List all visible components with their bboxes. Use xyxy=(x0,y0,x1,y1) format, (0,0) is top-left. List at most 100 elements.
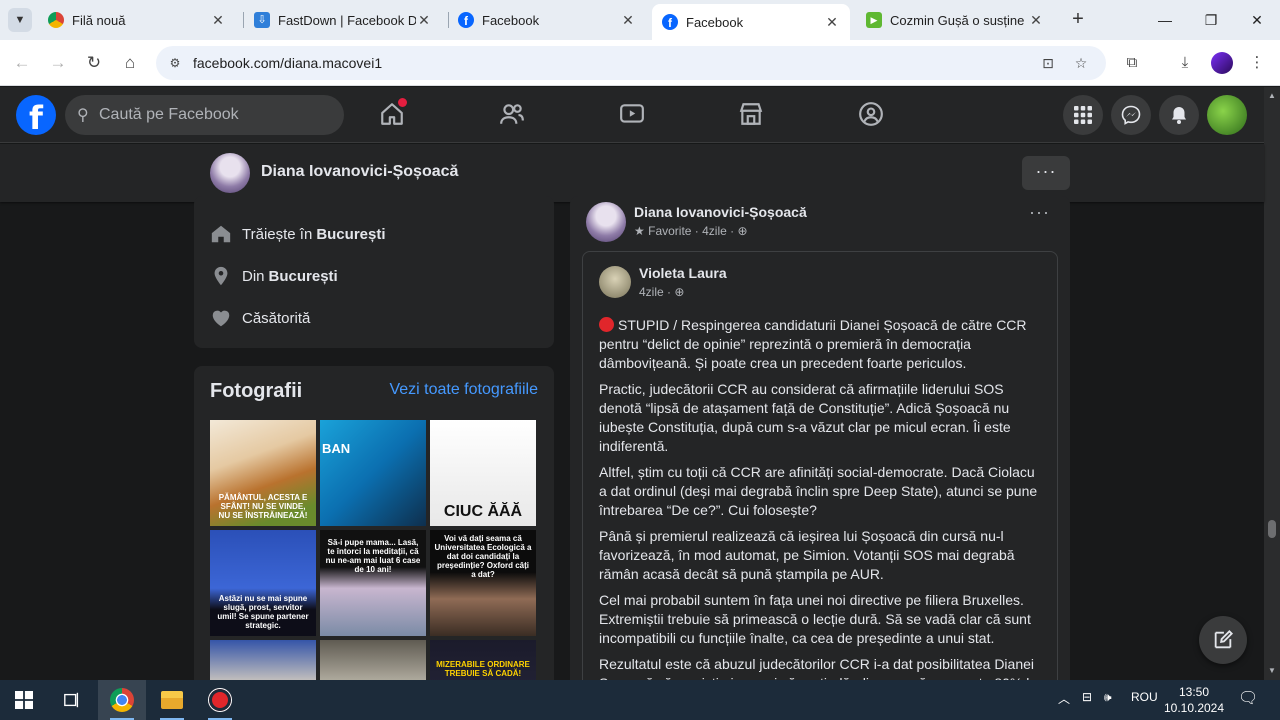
install-app-icon[interactable]: ⊡ xyxy=(1038,54,1058,72)
photo-thumbnail[interactable]: CIUC ĂĂĂ xyxy=(430,420,536,526)
shared-author-avatar[interactable] xyxy=(599,266,631,298)
close-icon[interactable]: ✕ xyxy=(1028,12,1044,29)
site-info-icon[interactable]: ⚙ xyxy=(166,54,184,72)
start-button[interactable] xyxy=(0,680,48,720)
task-view-button[interactable] xyxy=(48,680,96,720)
tab-search-button[interactable]: ▼ xyxy=(8,8,32,32)
photo-thumbnail[interactable]: Astăzi nu se mai spune slugă, prost, ser… xyxy=(210,530,316,636)
tab-video[interactable]: ▶ Cozmin Gușă o susține pe Diana ✕ xyxy=(856,4,1054,36)
intro-lives-in: Trăiește în București xyxy=(210,222,386,246)
star-icon: ★ xyxy=(634,224,645,238)
network-icon[interactable]: ⊟ xyxy=(1082,690,1092,704)
facebook-icon: f xyxy=(458,12,474,28)
tab-facebook-active[interactable]: f Facebook ✕ xyxy=(652,4,850,40)
post-author-name[interactable]: Diana Iovanovici-Șoșoacă xyxy=(634,204,807,220)
taskbar-chrome[interactable] xyxy=(98,680,146,720)
scroll-up-icon[interactable]: ▲ xyxy=(1267,91,1277,100)
see-all-photos-link[interactable]: Vezi toate fotografiile xyxy=(389,381,538,399)
back-button[interactable]: ← xyxy=(10,51,34,75)
scroll-thumb[interactable] xyxy=(1268,520,1276,538)
taskbar-recorder[interactable] xyxy=(196,680,244,720)
facebook-icon: f xyxy=(662,14,678,30)
nav-friends[interactable] xyxy=(499,101,527,129)
grid-menu-icon xyxy=(1074,106,1092,124)
profile-sticky-bar: Diana Iovanovici-Șoșoacă ··· xyxy=(0,144,1264,202)
language-indicator[interactable]: ROU xyxy=(1131,690,1158,704)
facebook-logo-icon[interactable]: f xyxy=(16,95,56,137)
account-avatar[interactable] xyxy=(1207,95,1247,135)
close-icon[interactable]: ✕ xyxy=(416,12,432,29)
heart-icon xyxy=(212,310,230,327)
chevron-up-icon[interactable]: ︿ xyxy=(1058,690,1070,707)
clock[interactable]: 13:50 10.10.2024 xyxy=(1160,684,1228,716)
downloads-icon[interactable]: ⤓ xyxy=(1174,52,1196,74)
reload-button[interactable]: ↻ xyxy=(82,51,106,75)
chrome-icon xyxy=(110,688,134,712)
close-window-button[interactable]: ✕ xyxy=(1234,0,1280,40)
post-text: STUPID / Respingerea candidaturii Dianei… xyxy=(599,316,1045,690)
tab-facebook-1[interactable]: f Facebook ✕ xyxy=(448,4,646,36)
folder-icon xyxy=(161,691,183,709)
browser-toolbar: ← → ↻ ⌂ ⚙ facebook.com/diana.macovei1 ⊡ … xyxy=(0,40,1280,86)
shared-post[interactable]: Violeta Laura 4zile · ⊕ STUPID / Resping… xyxy=(582,251,1058,691)
new-tab-button[interactable]: + xyxy=(1066,8,1090,32)
notification-center-icon[interactable]: 🗨 xyxy=(1238,688,1258,708)
post-author-avatar[interactable] xyxy=(586,202,626,242)
photos-grid: PĂMÂNTUL, ACESTA E SFÂNT! NU SE VINDE, N… xyxy=(210,420,538,696)
close-icon[interactable]: ✕ xyxy=(824,14,840,31)
nav-watch[interactable] xyxy=(619,101,647,129)
globe-icon: ⊕ xyxy=(674,285,685,299)
intro-card: Trăiește în București Din București Căsăto… xyxy=(194,196,554,348)
messenger-icon xyxy=(1121,105,1141,125)
home-button[interactable]: ⌂ xyxy=(118,51,142,75)
address-bar[interactable]: ⚙ facebook.com/diana.macovei1 ⊡ ☆ xyxy=(156,46,1106,80)
tab-new-tab[interactable]: Filă nouă ✕ xyxy=(38,4,236,36)
chrome-icon xyxy=(48,12,64,28)
profile-name[interactable]: Diana Iovanovici-Șoșoacă xyxy=(261,163,458,181)
shared-post-meta: 4zile · ⊕ xyxy=(639,285,685,299)
photos-title[interactable]: Fotografii xyxy=(210,380,302,403)
nav-home[interactable] xyxy=(379,98,407,129)
new-message-button[interactable] xyxy=(1199,616,1247,664)
forward-button[interactable]: → xyxy=(46,51,70,75)
volume-icon[interactable]: 🕪 xyxy=(1104,690,1112,705)
marketplace-icon xyxy=(739,103,763,125)
extensions-icon[interactable]: ⧉ xyxy=(1121,52,1143,74)
post-paragraph: Practic, judecătorii CCR au considerat c… xyxy=(599,381,1011,454)
video-icon xyxy=(620,104,644,123)
restore-button[interactable]: ❐ xyxy=(1188,0,1234,40)
profile-avatar-small[interactable] xyxy=(210,153,250,193)
page-scrollbar[interactable]: ▲ ▼ xyxy=(1264,87,1280,680)
photo-thumbnail[interactable]: BAN xyxy=(320,420,426,526)
facebook-header: f ⚲ xyxy=(0,87,1264,143)
close-icon[interactable]: ✕ xyxy=(210,12,226,29)
shared-author-name[interactable]: Violeta Laura xyxy=(639,265,727,281)
taskbar-file-explorer[interactable] xyxy=(148,680,196,720)
windows-logo-icon xyxy=(15,691,33,709)
close-icon[interactable]: ✕ xyxy=(620,12,636,29)
notification-dot xyxy=(398,98,407,107)
profile-avatar[interactable] xyxy=(1211,52,1233,74)
minimize-button[interactable]: — xyxy=(1142,0,1188,40)
photo-thumbnail[interactable]: Să-i pupe mama... Lasă, te întorci la me… xyxy=(320,530,426,636)
profile-more-button[interactable]: ··· xyxy=(1022,156,1070,190)
nav-groups[interactable] xyxy=(858,101,886,129)
task-view-icon xyxy=(64,692,79,708)
photo-thumbnail[interactable]: Voi vă dați seama că Universitatea Ecolo… xyxy=(430,530,536,636)
notifications-button[interactable] xyxy=(1159,95,1199,135)
bookmark-star-icon[interactable]: ☆ xyxy=(1071,54,1091,72)
chrome-menu-icon[interactable]: ⋮ xyxy=(1246,52,1268,74)
download-icon: ⇩ xyxy=(254,12,270,28)
url-text[interactable]: facebook.com/diana.macovei1 xyxy=(193,55,382,71)
photo-thumbnail[interactable]: PĂMÂNTUL, ACESTA E SFÂNT! NU SE VINDE, N… xyxy=(210,420,316,526)
tab-fastdown[interactable]: ⇩ FastDown | Facebook Downloader ✕ xyxy=(244,4,442,36)
nav-marketplace[interactable] xyxy=(738,101,766,129)
menu-button[interactable] xyxy=(1063,95,1103,135)
post-options-button[interactable]: ··· xyxy=(1029,202,1050,223)
scroll-down-icon[interactable]: ▼ xyxy=(1267,666,1277,675)
search-input[interactable] xyxy=(99,95,329,135)
messenger-button[interactable] xyxy=(1111,95,1151,135)
windows-taskbar: ︿ ⊟ 🕪 ROU 13:50 10.10.2024 🗨 xyxy=(0,680,1280,720)
photos-card: Fotografii Vezi toate fotografiile PĂMÂN… xyxy=(194,366,554,696)
facebook-search[interactable]: ⚲ xyxy=(65,95,344,135)
